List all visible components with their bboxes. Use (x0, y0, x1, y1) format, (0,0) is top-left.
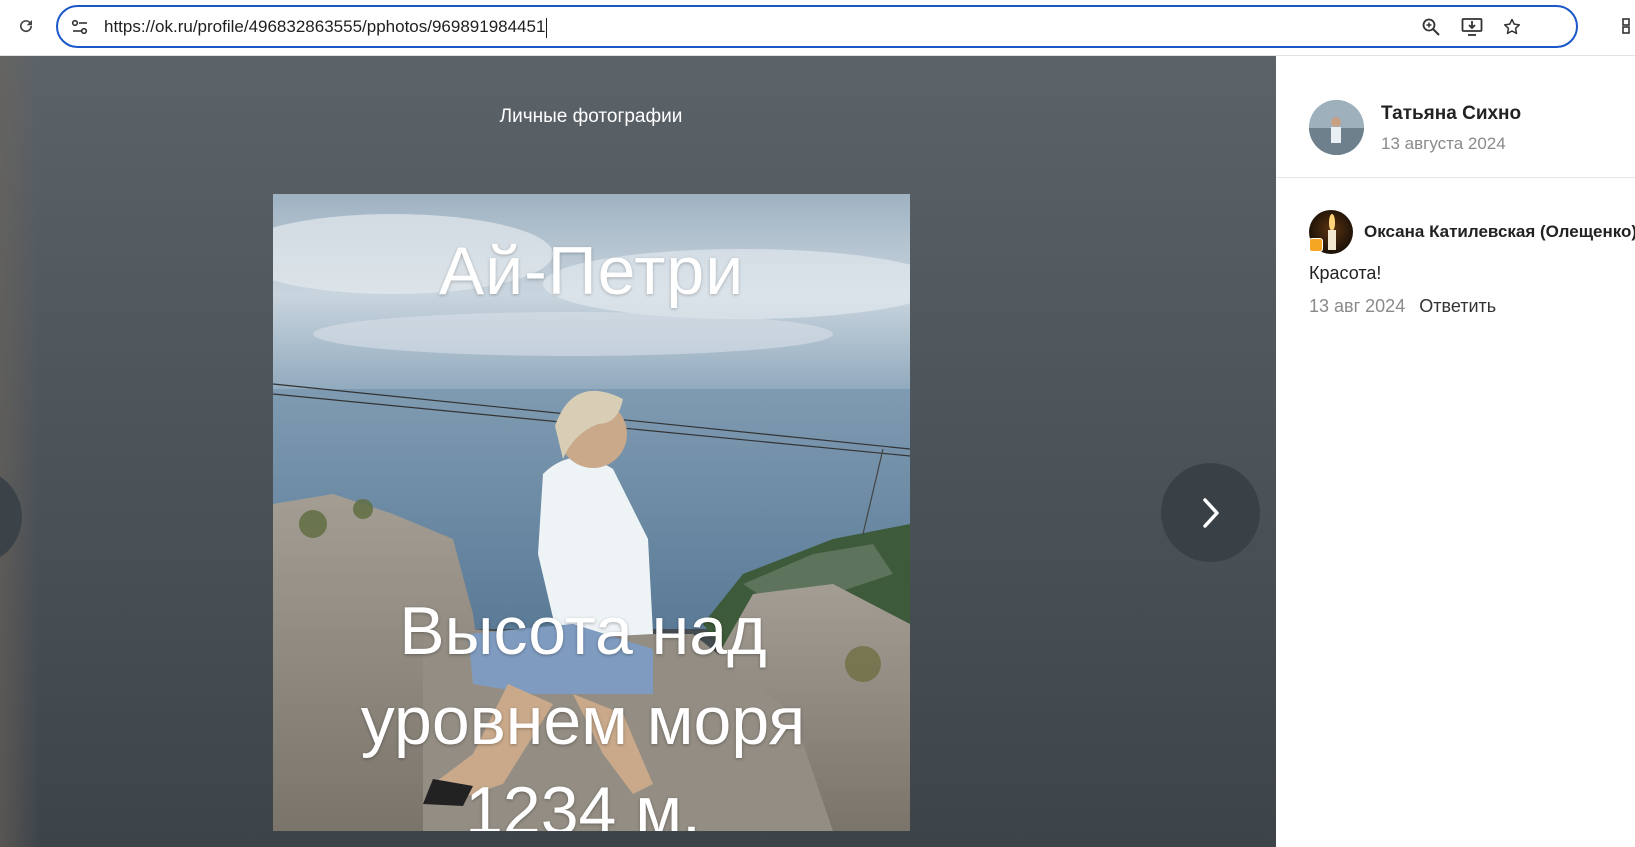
viewer-left-edge (0, 56, 40, 847)
gift-badge-icon (1309, 238, 1323, 252)
photo[interactable]: Ай-Петри Высота над уровнем моря 1234 м. (273, 194, 910, 831)
photo-caption-line-3: 1234 м. (465, 773, 701, 831)
candle-flame (1329, 214, 1335, 230)
reply-button[interactable]: Ответить (1419, 296, 1496, 316)
author-avatar[interactable] (1309, 100, 1364, 155)
url-value: https://ok.ru/profile/496832863555/pphot… (104, 17, 546, 36)
comment-author[interactable]: Оксана Катилевская (Олещенко) (1364, 222, 1635, 242)
candle-body (1328, 230, 1336, 250)
photo-caption-bottom: Высота над уровнем моря 1234 м. (273, 586, 893, 831)
reload-icon[interactable] (14, 14, 38, 38)
site-settings-icon[interactable] (70, 17, 90, 37)
photo-date: 13 августа 2024 (1381, 134, 1506, 153)
photo-caption-top: Ай-Петри (438, 233, 745, 309)
url-text[interactable]: https://ok.ru/profile/496832863555/pphot… (104, 7, 548, 46)
author-row: Татьяна Сихно 13 августа 2024 (1276, 56, 1635, 178)
chevron-right-icon (1202, 497, 1219, 528)
album-title[interactable]: Личные фотографии (0, 106, 1182, 128)
author-name[interactable]: Татьяна Сихно (1381, 103, 1521, 125)
install-app-icon[interactable] (1460, 15, 1484, 39)
text-caret (546, 17, 548, 38)
extensions-icon[interactable] (1620, 15, 1635, 37)
comment-text: Красота! (1309, 263, 1382, 283)
next-photo-button[interactable] (1161, 463, 1260, 562)
address-bar[interactable]: https://ok.ru/profile/496832863555/pphot… (56, 5, 1578, 48)
photo-caption-line-1: Высота над (399, 593, 767, 669)
photo-info-panel: Татьяна Сихно 13 августа 2024 Оксана Кат… (1276, 56, 1635, 847)
photo-caption-line-2: уровнем моря (360, 683, 806, 759)
browser-toolbar: https://ok.ru/profile/496832863555/pphot… (0, 0, 1635, 56)
bookmark-star-icon[interactable] (1500, 15, 1524, 39)
comment-meta: 13 авг 2024 Ответить (1309, 296, 1496, 317)
zoom-icon[interactable] (1419, 15, 1443, 39)
comment-date: 13 авг 2024 (1309, 296, 1406, 316)
photo-viewer: Личные фотографии Ай-Петри Высота над ур… (0, 56, 1276, 847)
